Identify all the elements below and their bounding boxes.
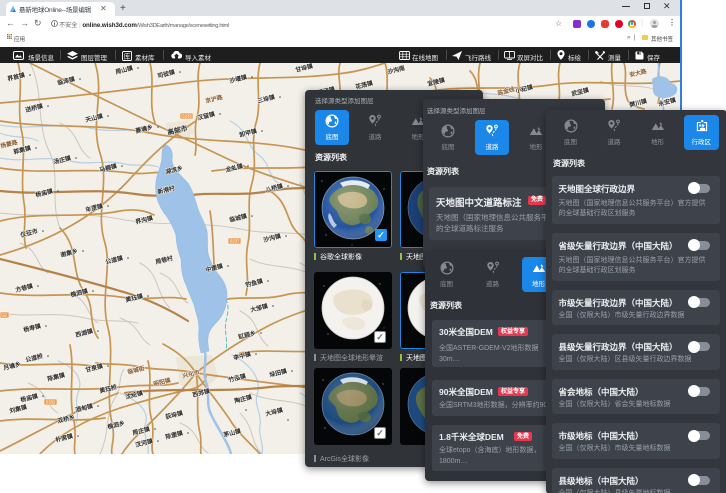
svg-text:周巷村: 周巷村 (155, 254, 174, 266)
svg-text:谢集乡: 谢集乡 (60, 247, 79, 259)
svg-text:G2: G2 (1, 313, 7, 318)
svg-text:司徒镇: 司徒镇 (157, 68, 176, 80)
svg-text:天山镇: 天山镇 (85, 112, 104, 124)
svg-text:八桥镇: 八桥镇 (264, 182, 284, 194)
svg-text:三垛镇: 三垛镇 (257, 93, 276, 105)
svg-text:昭阳镇: 昭阳镇 (153, 376, 172, 388)
svg-text:杨庙镇: 杨庙镇 (20, 392, 39, 404)
svg-text:武坚镇: 武坚镇 (571, 86, 590, 98)
svg-text:汉留镇: 汉留镇 (197, 110, 216, 122)
svg-text:S237: S237 (230, 239, 240, 244)
svg-text:扬菱路: 扬菱路 (0, 138, 19, 150)
svg-text:刘集镇: 刘集镇 (9, 403, 28, 415)
svg-text:甘垛镇: 甘垛镇 (295, 63, 314, 74)
svg-text:公道桥: 公道桥 (25, 352, 44, 364)
svg-text:陈堡镇: 陈堡镇 (165, 429, 184, 441)
svg-text:茅山镇: 茅山镇 (223, 427, 242, 439)
svg-text:界首镇: 界首镇 (7, 71, 26, 83)
svg-text:S332: S332 (46, 400, 56, 405)
svg-text:G233: G233 (181, 114, 192, 119)
svg-text:槐泗乡: 槐泗乡 (106, 419, 126, 431)
svg-text:西湖镇: 西湖镇 (75, 327, 94, 339)
svg-text:库: 库 (124, 51, 131, 60)
svg-text:月塘乡: 月塘乡 (2, 360, 22, 372)
svg-text:沈纶镇: 沈纶镇 (125, 389, 144, 401)
svg-text:双桥乡: 双桥乡 (57, 413, 76, 425)
svg-text:甘泉镇: 甘泉镇 (85, 362, 104, 374)
svg-text:杨寿镇: 杨寿镇 (23, 322, 42, 334)
svg-text:大邹镇: 大邹镇 (250, 302, 269, 314)
svg-text:大垛镇: 大垛镇 (265, 406, 284, 418)
svg-text:仪征市: 仪征市 (19, 227, 39, 239)
svg-text:界沟镇: 界沟镇 (135, 214, 154, 226)
svg-text:临城镇: 临城镇 (229, 212, 248, 224)
svg-text:陶庄镇: 陶庄镇 (234, 393, 253, 405)
svg-text:垛田镇: 垛田镇 (269, 367, 288, 379)
svg-text:小纪镇: 小纪镇 (515, 83, 534, 95)
svg-text:酒甸镇: 酒甸镇 (75, 402, 94, 414)
svg-text:方巷镇: 方巷镇 (15, 282, 34, 294)
svg-text:杨庙镇: 杨庙镇 (35, 187, 54, 199)
svg-text:汤庄镇: 汤庄镇 (53, 154, 72, 166)
svg-text:陈集镇: 陈集镇 (47, 371, 66, 383)
svg-text:龙虬镇: 龙虬镇 (224, 162, 244, 174)
svg-text:缸顾乡: 缸顾乡 (238, 329, 257, 341)
svg-text:竹泓镇: 竹泓镇 (227, 372, 247, 384)
svg-text:沙堰镇: 沙堰镇 (229, 73, 248, 85)
svg-text:汊河镇: 汊河镇 (135, 437, 154, 449)
svg-text:周山镇: 周山镇 (115, 64, 134, 76)
svg-text:京沪路: 京沪路 (205, 93, 224, 105)
svg-text:安大路: 安大路 (629, 67, 648, 79)
svg-text:盐金线: 盐金线 (497, 85, 516, 97)
svg-text:卸甲镇: 卸甲镇 (239, 127, 258, 139)
svg-text:荻垛镇: 荻垛镇 (165, 409, 184, 421)
svg-text:周庄镇: 周庄镇 (132, 425, 151, 437)
svg-text:黄珏桥: 黄珏桥 (99, 383, 118, 395)
svg-text:沙沟南: 沙沟南 (387, 64, 406, 76)
svg-text:沙沟镇: 沙沟镇 (263, 232, 282, 244)
